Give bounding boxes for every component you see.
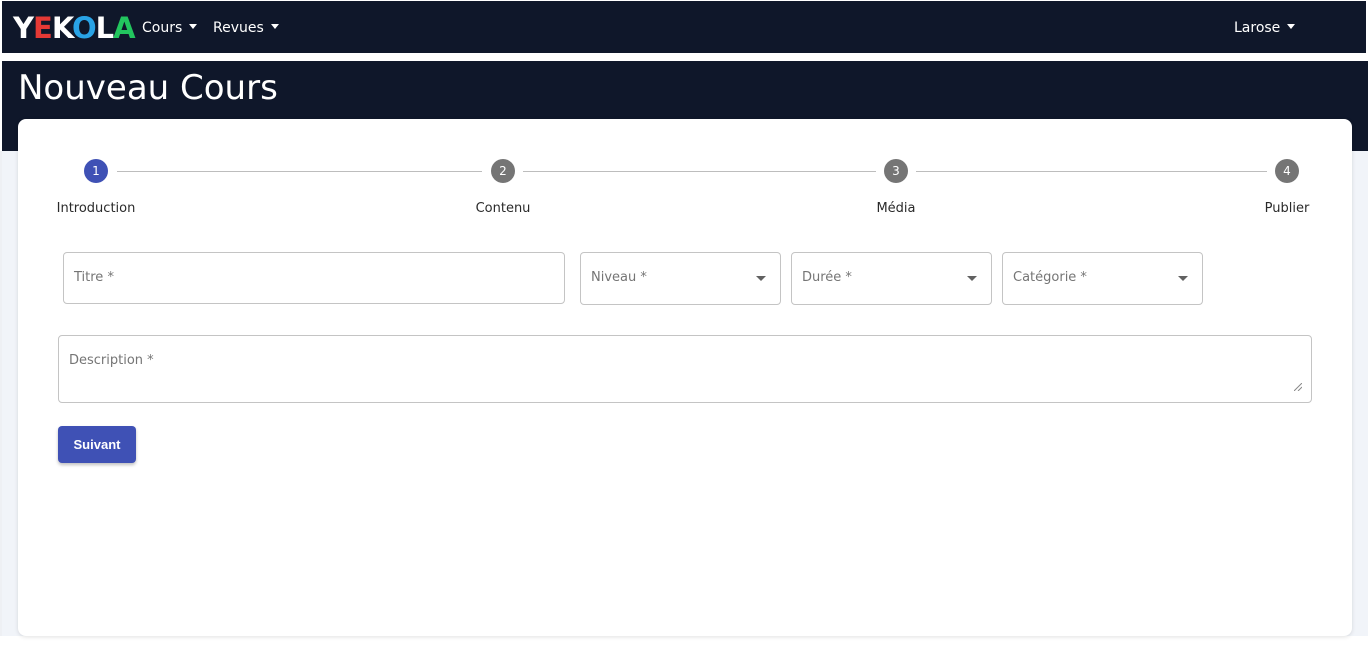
logo-letter-l: L [95, 11, 115, 45]
user-menu[interactable]: Larose [1234, 17, 1296, 39]
stepper-connector [117, 171, 482, 172]
level-select[interactable]: Niveau * [580, 252, 781, 305]
duration-select[interactable]: Durée * [791, 252, 992, 305]
logo-letter-o: O [71, 11, 97, 45]
next-button[interactable]: Suivant [58, 426, 136, 463]
dropdown-arrow-icon [1178, 276, 1188, 281]
title-input[interactable]: Titre * [63, 252, 565, 304]
logo-letter-y: Y [13, 11, 34, 45]
top-navbar: YEKOLA Cours Revues Larose [2, 1, 1366, 53]
stepper-connector [916, 171, 1267, 172]
step-2-circle[interactable]: 2 [491, 159, 515, 183]
category-select[interactable]: Catégorie * [1002, 252, 1203, 305]
bottom-strip [0, 636, 1368, 667]
step-3-label: Média [876, 201, 916, 216]
dropdown-arrow-icon [756, 276, 766, 281]
nav-menu-revues-label: Revues [213, 20, 264, 36]
category-select-label: Catégorie * [1013, 270, 1087, 285]
stepper-connector [523, 171, 876, 172]
chevron-down-icon [1287, 24, 1296, 29]
logo-letter-e: E [33, 11, 53, 45]
user-menu-label: Larose [1234, 20, 1281, 36]
step-3-circle[interactable]: 3 [884, 159, 908, 183]
duration-select-label: Durée * [802, 270, 852, 285]
logo-letter-a: A [113, 11, 135, 45]
logo-letter-k: K [51, 11, 73, 45]
step-1-circle[interactable]: 1 [84, 159, 108, 183]
page-title: Nouveau Cours [18, 68, 278, 108]
dropdown-arrow-icon [967, 276, 977, 281]
chevron-down-icon [270, 24, 279, 29]
nav-menu-cours[interactable]: Cours [142, 17, 198, 39]
nav-menu-cours-label: Cours [142, 20, 183, 36]
yekola-logo[interactable]: YEKOLA [13, 11, 136, 45]
step-1-label: Introduction [56, 201, 136, 216]
chevron-down-icon [189, 24, 198, 29]
resize-handle-icon[interactable] [1294, 383, 1302, 391]
step-2-label: Contenu [475, 201, 531, 216]
description-textarea[interactable]: Description * [58, 335, 1312, 403]
course-form-card: 1 2 3 4 Introduction Contenu Média Publi… [18, 119, 1352, 636]
nav-menu-revues[interactable]: Revues [213, 17, 279, 39]
left-edge-strip [0, 151, 2, 636]
description-textarea-label: Description * [69, 353, 154, 368]
step-4-circle[interactable]: 4 [1275, 159, 1299, 183]
level-select-label: Niveau * [591, 270, 647, 285]
title-input-label: Titre * [74, 270, 114, 285]
step-4-label: Publier [1264, 201, 1310, 216]
